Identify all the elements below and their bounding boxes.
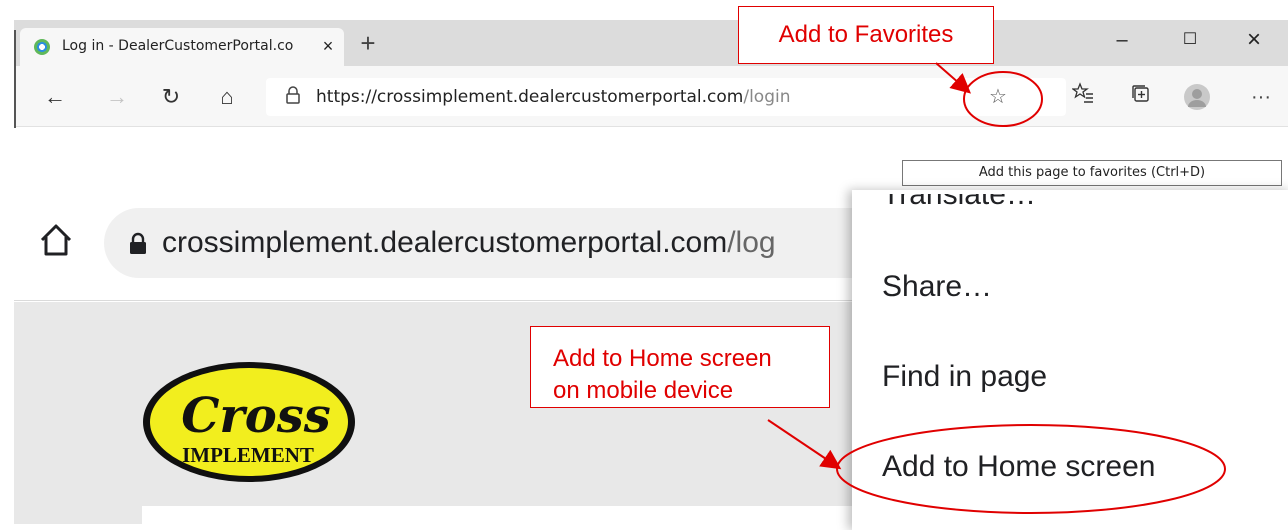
cross-implement-logo: Cross IMPLEMENT	[143, 362, 355, 482]
url-host: https://crossimplement.dealercustomerpor…	[316, 87, 744, 107]
menu-item-translate-label: Translate…	[882, 194, 1036, 211]
mobile-url-text: crossimplement.dealercustomerportal.com/…	[162, 226, 776, 260]
home-callout-line1: Add to Home screen	[553, 345, 772, 372]
refresh-button[interactable]: ↻	[156, 82, 186, 112]
menu-panel: Translate… Share… Find in page Add to Ho…	[852, 190, 1288, 530]
login-card	[142, 506, 882, 526]
logo-text-implement: IMPLEMENT	[182, 443, 314, 467]
tab-close-icon[interactable]: ×	[316, 34, 340, 58]
mobile-lock-icon	[128, 232, 148, 254]
tab-title: Log in - DealerCustomerPortal.co	[62, 38, 294, 54]
browser-tab[interactable]: Log in - DealerCustomerPortal.co ×	[20, 28, 344, 66]
new-tab-button[interactable]: +	[354, 30, 382, 58]
url-text[interactable]: https://crossimplement.dealercustomerpor…	[316, 87, 791, 107]
logo-text-cross: Cross	[181, 388, 331, 444]
menu-item-find-in-page[interactable]: Find in page	[882, 360, 1047, 394]
favorites-callout: Add to Favorites	[738, 6, 994, 64]
url-path: /login	[743, 87, 791, 107]
back-button[interactable]: ←	[40, 82, 70, 112]
mobile-url-host: crossimplement.dealercustomerportal.com	[162, 226, 728, 259]
portal-favicon-icon	[34, 39, 50, 55]
window-edge	[14, 30, 16, 128]
menu-item-translate[interactable]: Translate…	[882, 194, 1036, 212]
mobile-home-icon[interactable]	[36, 220, 76, 260]
menu-item-add-to-home-screen[interactable]: Add to Home screen	[882, 450, 1155, 484]
mobile-url-path: /log	[727, 226, 776, 259]
lock-icon	[282, 85, 304, 109]
home-callout-line2: on mobile device	[553, 377, 734, 404]
menu-item-share[interactable]: Share…	[882, 270, 992, 304]
home-screen-callout: Add to Home screen on mobile device	[530, 326, 830, 408]
home-button[interactable]: ⌂	[212, 82, 242, 112]
mobile-overflow-menu: Translate… Share… Find in page Add to Ho…	[852, 0, 1288, 530]
forward-button[interactable]: →	[102, 82, 132, 112]
